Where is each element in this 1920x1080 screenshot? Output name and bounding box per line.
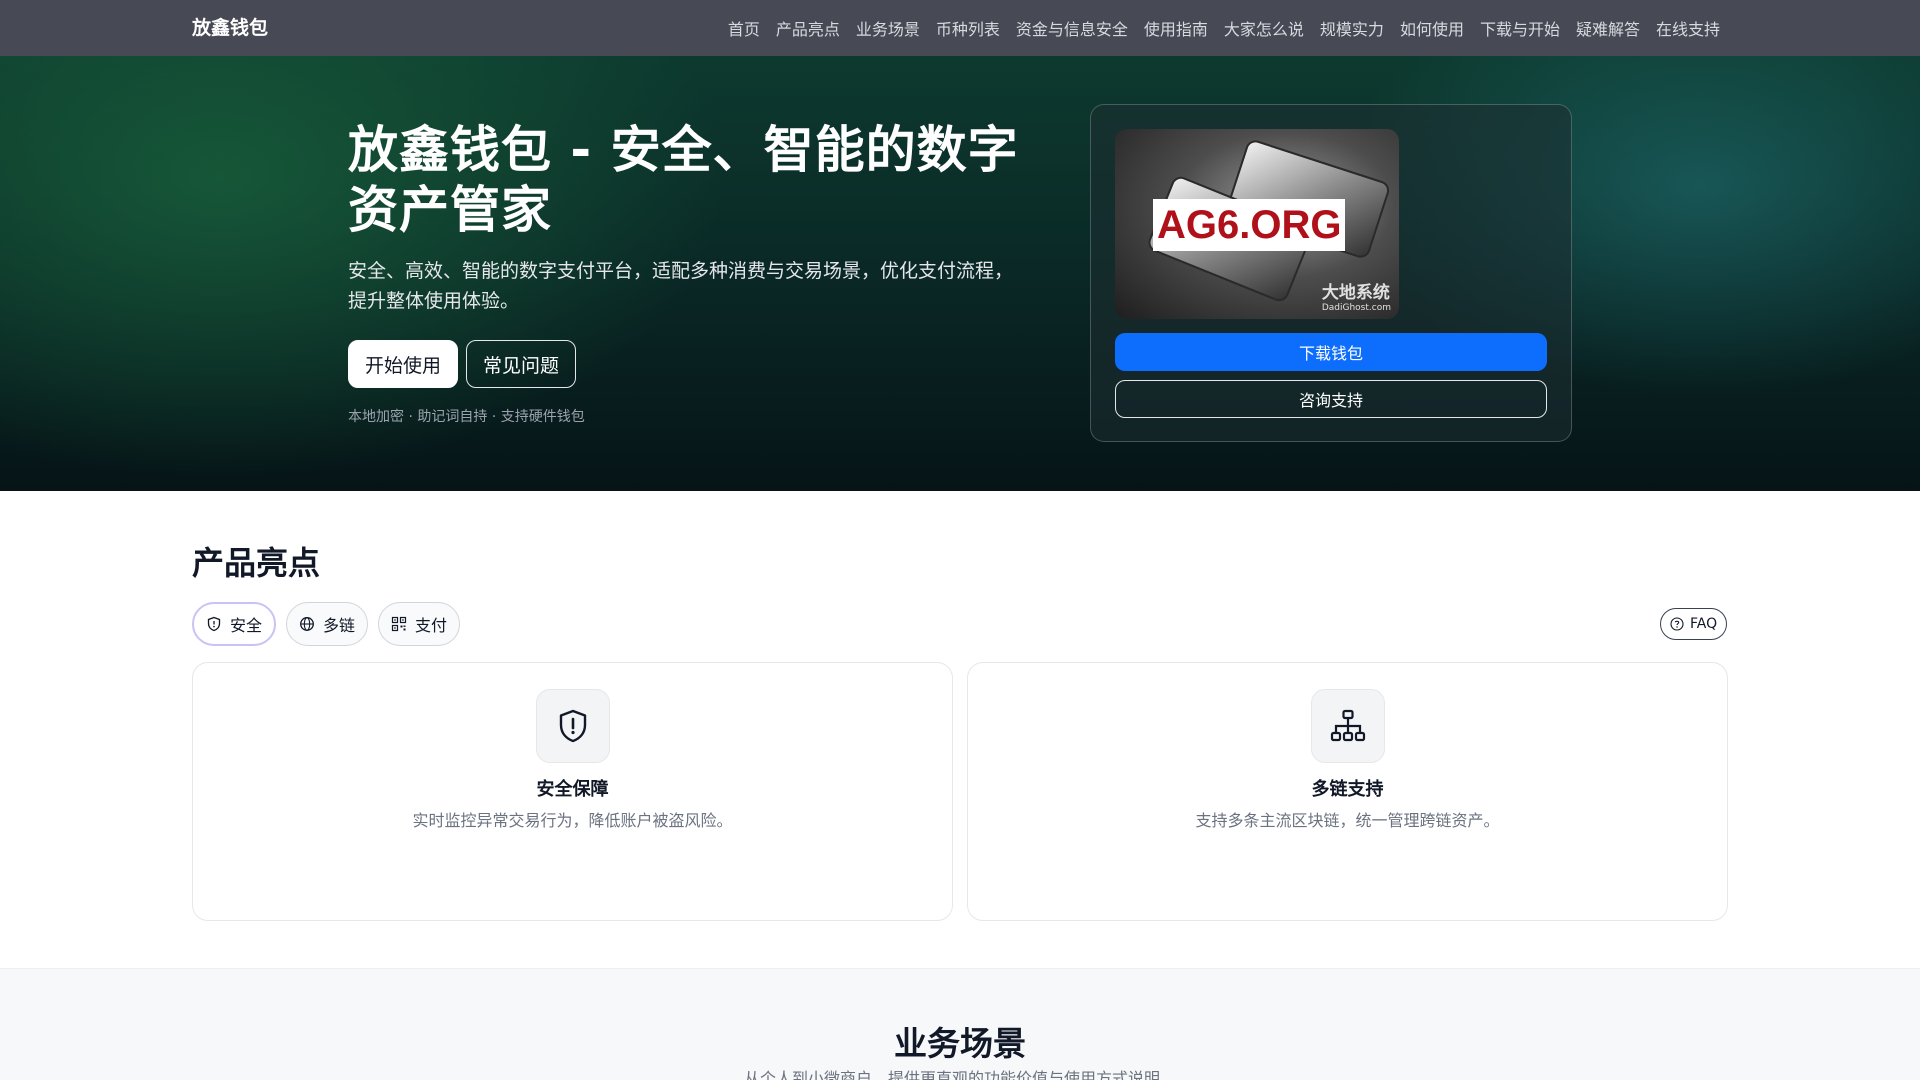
pill-security[interactable]: 安全	[192, 602, 277, 646]
nav-link-security[interactable]: 资金与信息安全	[1016, 16, 1128, 40]
nav-link-scenarios[interactable]: 业务场景	[856, 16, 920, 40]
promo-image: AG6.ORG 大地系统 DadiGhost.com	[1115, 129, 1399, 319]
get-started-button[interactable]: 开始使用	[348, 340, 459, 388]
highlights-title: 产品亮点	[192, 544, 321, 582]
nav-links: 首页 产品亮点 业务场景 币种列表 资金与信息安全 使用指南 大家怎么说 规模实…	[728, 0, 1720, 56]
hero-actions: 开始使用 常见问题	[348, 340, 577, 388]
top-navbar: 放鑫钱包 首页 产品亮点 业务场景 币种列表 资金与信息安全 使用指南 大家怎么…	[0, 0, 1920, 56]
card-description: 支持多条主流区块链，统一管理跨链资产。	[1195, 811, 1500, 830]
nav-link-home[interactable]: 首页	[728, 16, 760, 40]
pill-payment[interactable]: 支付	[378, 602, 461, 646]
nav-link-troubleshoot[interactable]: 疑难解答	[1576, 16, 1640, 40]
network-icon	[1330, 709, 1366, 742]
qrcode-icon	[391, 616, 407, 632]
card-title: 多链支持	[1311, 779, 1384, 800]
brand-logo[interactable]: 放鑫钱包	[192, 0, 268, 56]
hero-section: 放鑫钱包 - 安全、智能的数字资产管家 安全、高效、智能的数字支付平台，适配多种…	[0, 56, 1920, 491]
consult-support-button[interactable]: 咨询支持	[1115, 380, 1547, 418]
card-title: 安全保障	[536, 779, 609, 800]
shield-icon	[207, 616, 221, 632]
feature-card-multichain: 多链支持 支持多条主流区块链，统一管理跨链资产。	[967, 662, 1728, 921]
shield-alert-icon	[559, 709, 587, 743]
hero-subtitle: 安全、高效、智能的数字支付平台，适配多种消费与交易场景，优化支付流程，提升整体使…	[348, 260, 1014, 312]
question-circle-icon	[1670, 617, 1684, 631]
download-wallet-button[interactable]: 下载钱包	[1115, 333, 1547, 371]
hero-title: 放鑫钱包 - 安全、智能的数字资产管家	[348, 121, 1019, 239]
business-subtitle: 从个人到小微商户，提供更直观的功能价值与使用方式说明。	[743, 1069, 1176, 1080]
nav-link-howto[interactable]: 如何使用	[1400, 16, 1464, 40]
highlight-filter-pills: 安全 多链 支付	[192, 602, 461, 646]
promo-image-label: AG6.ORG	[1153, 199, 1346, 251]
faq-button[interactable]: 常见问题	[466, 340, 577, 388]
card-icon-box	[1311, 689, 1385, 763]
nav-link-download[interactable]: 下载与开始	[1480, 16, 1560, 40]
business-title: 业务场景	[894, 1024, 1026, 1063]
card-description: 实时监控异常交易行为，降低账户被盗风险。	[412, 811, 733, 830]
image-watermark: 大地系统 DadiGhost.com	[1321, 283, 1391, 313]
hero-note: 本地加密 · 助记词自持 · 支持硬件钱包	[348, 409, 585, 425]
nav-link-scale[interactable]: 规模实力	[1320, 16, 1384, 40]
faq-link[interactable]: FAQ	[1660, 608, 1728, 640]
nav-link-reviews[interactable]: 大家怎么说	[1224, 16, 1304, 40]
download-card: AG6.ORG 大地系统 DadiGhost.com 下载钱包 咨询支持	[1090, 104, 1572, 442]
nav-link-coins[interactable]: 币种列表	[936, 16, 1000, 40]
pill-multichain[interactable]: 多链	[286, 602, 369, 646]
globe-icon	[300, 617, 314, 631]
card-icon-box	[536, 689, 610, 763]
nav-link-support[interactable]: 在线支持	[1656, 16, 1720, 40]
nav-link-highlights[interactable]: 产品亮点	[776, 16, 840, 40]
feature-card-security: 安全保障 实时监控异常交易行为，降低账户被盗风险。	[192, 662, 953, 921]
business-section: 业务场景 从个人到小微商户，提供更直观的功能价值与使用方式说明。	[0, 968, 1920, 1080]
nav-link-guide[interactable]: 使用指南	[1144, 16, 1208, 40]
